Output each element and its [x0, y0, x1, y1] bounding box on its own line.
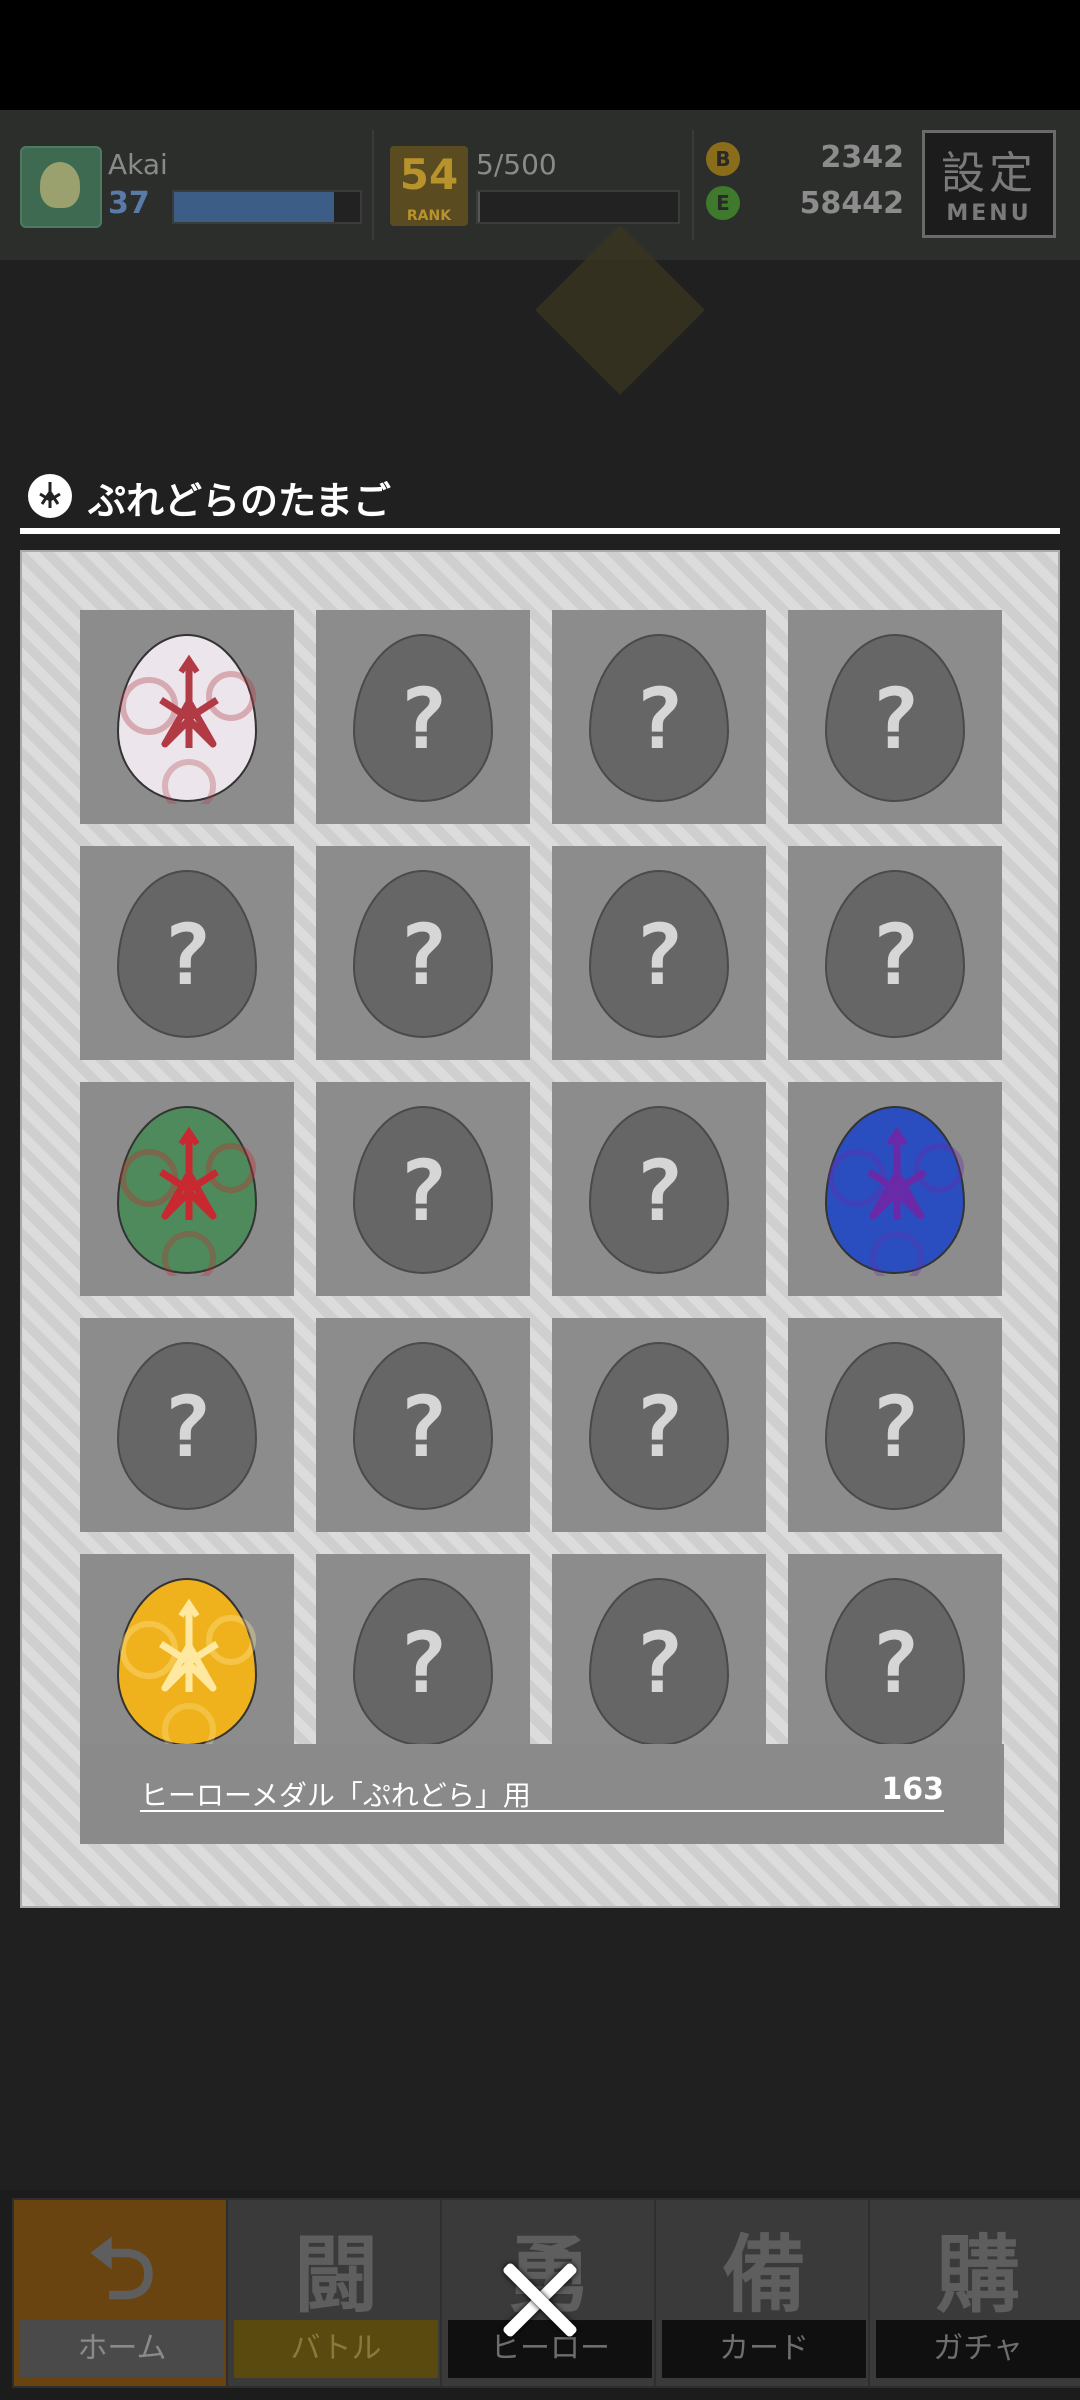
unknown-egg-icon: ?: [117, 870, 257, 1038]
egg-slot[interactable]: ?: [80, 1318, 294, 1532]
question-mark: ?: [397, 1142, 449, 1240]
hud-divider: [372, 130, 374, 240]
nav-battle-button[interactable]: 闘バトル: [226, 2198, 446, 2388]
egg-slot[interactable]: [80, 610, 294, 824]
unknown-egg-icon: ?: [589, 634, 729, 802]
white-egg-icon: [117, 634, 257, 804]
egg-slot[interactable]: [80, 1554, 294, 1762]
question-mark: ?: [869, 906, 921, 1004]
nav-label: ホーム: [20, 2320, 224, 2378]
player-level: 37: [108, 186, 150, 221]
egg-slot[interactable]: [80, 1082, 294, 1296]
nav-label: カード: [662, 2320, 866, 2378]
egg-slot[interactable]: ?: [552, 846, 766, 1060]
question-mark: ?: [869, 670, 921, 768]
egg-slot[interactable]: ?: [788, 1318, 1002, 1532]
medal-info-bar: ヒーローメダル「ぷれどら」用 163: [80, 1744, 1004, 1844]
unknown-egg-icon: ?: [353, 1342, 493, 1510]
unknown-egg-icon: ?: [589, 870, 729, 1038]
egg-slot[interactable]: ?: [552, 1318, 766, 1532]
player-avatar[interactable]: [20, 146, 102, 228]
level-progress-fill: [174, 192, 334, 222]
unknown-egg-icon: ?: [353, 1106, 493, 1274]
unknown-egg-icon: ?: [825, 1578, 965, 1746]
medal-underline: [140, 1810, 944, 1812]
egg-slot[interactable]: ?: [316, 846, 530, 1060]
egg-slot[interactable]: ?: [316, 1554, 530, 1762]
unknown-egg-icon: ?: [353, 634, 493, 802]
egg-slot[interactable]: ?: [788, 610, 1002, 824]
question-mark: ?: [397, 906, 449, 1004]
unknown-egg-icon: ?: [825, 1342, 965, 1510]
egg-slot[interactable]: [788, 1082, 1002, 1296]
egg-slot[interactable]: ?: [552, 1082, 766, 1296]
stamina-text: 5/500: [476, 148, 557, 181]
green-egg-icon: [117, 1106, 257, 1276]
gold-amount: 2342: [820, 140, 905, 175]
gacha-icon: 購: [935, 2226, 1020, 2324]
stamina-bar-fill: [478, 192, 480, 222]
question-mark: ?: [397, 1614, 449, 1712]
question-mark: ?: [161, 906, 213, 1004]
question-mark: ?: [633, 1378, 685, 1476]
unknown-egg-icon: ?: [589, 1106, 729, 1274]
hud-divider: [692, 130, 694, 240]
status-bar: [0, 0, 1080, 110]
medal-label: ヒーローメダル「ぷれどら」用: [140, 1779, 531, 1812]
blue-egg-icon: [825, 1106, 965, 1276]
egg-slot[interactable]: ?: [316, 1082, 530, 1296]
unknown-egg-icon: ?: [117, 1342, 257, 1510]
egg-slot[interactable]: ?: [316, 1318, 530, 1532]
nav-label: バトル: [234, 2320, 438, 2378]
gem-amount: 58442: [799, 186, 904, 221]
nav-gacha-button[interactable]: 購ガチャ: [868, 2198, 1080, 2388]
settings-kanji: 設定: [941, 148, 1037, 199]
close-icon[interactable]: [496, 2256, 584, 2344]
unknown-egg-icon: ?: [589, 1342, 729, 1510]
stamina-bar: [476, 190, 680, 224]
gold-coin-icon: B: [706, 142, 740, 176]
settings-sub-label: MENU: [946, 201, 1032, 226]
rank-label: RANK: [406, 208, 452, 224]
question-mark: ?: [633, 670, 685, 768]
rank-number: 54: [399, 150, 459, 199]
question-mark: ?: [633, 1614, 685, 1712]
unknown-egg-icon: ?: [825, 870, 965, 1038]
question-mark: ?: [869, 1614, 921, 1712]
egg-slot[interactable]: ?: [788, 1554, 1002, 1762]
egg-slot[interactable]: ?: [316, 610, 530, 824]
unknown-egg-icon: ?: [825, 634, 965, 802]
nav-card-button[interactable]: 備カード: [654, 2198, 874, 2388]
title-underline: [20, 528, 1060, 534]
rank-badge: 54 RANK: [390, 146, 468, 226]
question-mark: ?: [869, 1378, 921, 1476]
dialog-title: ぷれどらのたまご: [88, 479, 391, 523]
question-mark: ?: [397, 1378, 449, 1476]
yellow-egg-icon: [117, 1578, 257, 1748]
medal-count: 163: [881, 1772, 944, 1807]
egg-collection-panel: ???????????????? ヒーローメダル「ぷれどら」用 163: [20, 550, 1060, 1908]
gem-icon: E: [706, 186, 740, 220]
question-mark: ?: [633, 1142, 685, 1240]
top-hud: Akai 37 54 RANK 5/500 B 2342 E 58442 設定 …: [0, 110, 1080, 260]
settings-menu-button[interactable]: 設定 MENU: [922, 130, 1056, 238]
question-mark: ?: [161, 1378, 213, 1476]
unknown-egg-icon: ?: [589, 1578, 729, 1746]
unknown-egg-icon: ?: [353, 1578, 493, 1746]
question-mark: ?: [633, 906, 685, 1004]
question-mark: ?: [397, 670, 449, 768]
player-name: Akai: [108, 148, 168, 181]
egg-slot[interactable]: ?: [788, 846, 1002, 1060]
card-icon: 備: [721, 2226, 806, 2324]
egg-grid[interactable]: ????????????????: [80, 610, 1004, 1762]
egg-slot[interactable]: ?: [552, 1554, 766, 1762]
nav-home-button[interactable]: ⮌ ホーム: [12, 2198, 232, 2388]
battle-icon: 闘: [293, 2226, 378, 2324]
egg-slot[interactable]: ?: [552, 610, 766, 824]
egg-slot[interactable]: ?: [80, 846, 294, 1060]
nav-label: ガチャ: [876, 2320, 1080, 2378]
dragon-emblem-icon: [28, 474, 72, 518]
unknown-egg-icon: ?: [353, 870, 493, 1038]
level-progress-bar: [172, 190, 362, 224]
